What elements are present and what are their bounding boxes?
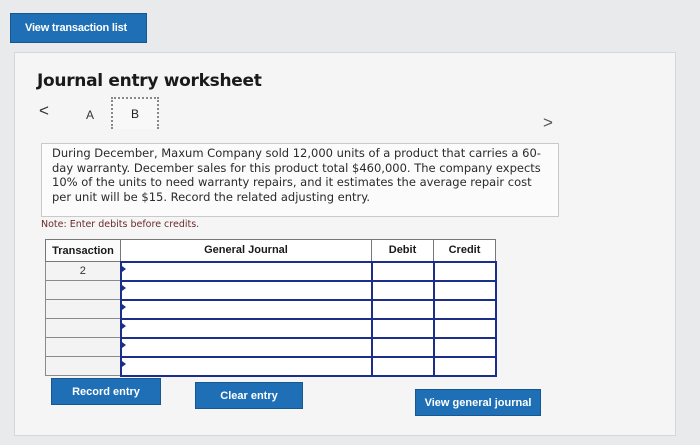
general-journal-select[interactable]: [119, 336, 373, 358]
table-row: [45, 298, 497, 320]
dropdown-marker-icon: [121, 341, 126, 348]
debit-input[interactable]: [370, 336, 435, 358]
dropdown-marker-icon: [121, 265, 126, 272]
dropdown-marker-icon: [121, 360, 126, 367]
general-journal-select[interactable]: [119, 355, 373, 377]
dropdown-marker-icon: [121, 284, 126, 291]
transaction-cell: [45, 280, 121, 300]
next-arrow-icon[interactable]: >: [543, 113, 553, 133]
problem-description: During December, Maxum Company sold 12,0…: [41, 143, 559, 217]
credit-input[interactable]: [432, 279, 497, 301]
table-row: [45, 279, 497, 301]
debit-input[interactable]: [370, 298, 435, 320]
credit-input[interactable]: [432, 260, 497, 282]
transaction-cell: [45, 356, 121, 376]
worksheet-title: Journal entry worksheet: [37, 71, 262, 91]
credit-input[interactable]: [432, 298, 497, 320]
debit-input[interactable]: [370, 260, 435, 282]
journal-table: Transaction General Journal Debit Credit…: [45, 239, 497, 377]
previous-arrow-icon[interactable]: <: [39, 101, 49, 121]
general-journal-select[interactable]: [119, 260, 373, 282]
journal-entry-worksheet-panel: Journal entry worksheet < A B > During D…: [14, 52, 676, 436]
transaction-header: Transaction: [45, 239, 121, 262]
tab-b[interactable]: B: [111, 97, 159, 129]
dropdown-marker-icon: [121, 322, 126, 329]
credit-header: Credit: [433, 239, 496, 262]
general-journal-select[interactable]: [119, 317, 373, 339]
debit-input[interactable]: [370, 279, 435, 301]
credit-input[interactable]: [432, 336, 497, 358]
transaction-number: 2: [45, 261, 121, 281]
tab-a[interactable]: A: [79, 101, 101, 129]
clear-entry-button[interactable]: Clear entry: [195, 382, 303, 409]
transaction-cell: [45, 299, 121, 319]
table-header-row: Transaction General Journal Debit Credit: [45, 239, 496, 262]
record-entry-button[interactable]: Record entry: [51, 378, 161, 405]
note-text: Note: Enter debits before credits.: [41, 219, 200, 230]
general-journal-select[interactable]: [119, 298, 373, 320]
table-row: [45, 317, 497, 339]
view-transaction-list-button[interactable]: View transaction list: [10, 13, 147, 43]
transaction-cell: [45, 337, 121, 357]
debit-header: Debit: [371, 239, 434, 262]
general-journal-select[interactable]: [119, 279, 373, 301]
general-journal-header: General Journal: [120, 239, 372, 262]
dropdown-marker-icon: [121, 303, 126, 310]
credit-input[interactable]: [432, 355, 497, 377]
table-row: [45, 355, 497, 377]
debit-input[interactable]: [370, 317, 435, 339]
table-row: 2: [45, 260, 497, 282]
debit-input[interactable]: [370, 355, 435, 377]
credit-input[interactable]: [432, 317, 497, 339]
transaction-cell: [45, 318, 121, 338]
table-row: [45, 336, 497, 358]
view-general-journal-button[interactable]: View general journal: [415, 389, 541, 416]
